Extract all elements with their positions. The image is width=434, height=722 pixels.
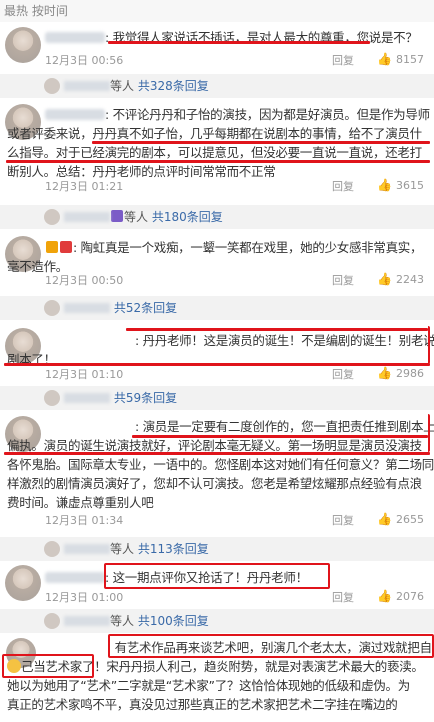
highlight-underline bbox=[126, 328, 428, 331]
like-button[interactable]: 👍 2076 bbox=[377, 589, 424, 603]
highlight-box bbox=[2, 654, 94, 678]
reply-count-link[interactable]: 共180条回复 bbox=[152, 210, 223, 224]
like-count: 2243 bbox=[396, 273, 424, 286]
thumbs-up-icon: 👍 bbox=[377, 366, 392, 380]
reply-button[interactable]: 回复 bbox=[332, 512, 354, 528]
thumbs-up-icon: 👍 bbox=[377, 272, 392, 286]
reply-avatar bbox=[44, 300, 60, 316]
weibo-comment-list: 最热 按时间 : 我觉得人家说话不插话，是对人最大的尊重，您说是不？ 12月3日… bbox=[0, 0, 434, 722]
like-button[interactable]: 👍 3615 bbox=[377, 178, 424, 192]
highlight-underline bbox=[132, 435, 428, 438]
reply-summary-text: 等人 共328条回复 bbox=[64, 78, 209, 94]
comment-item: : 我觉得人家说话不插话，是对人最大的尊重，您说是不？ 12月3日 00:56 … bbox=[0, 22, 434, 70]
comment-meta: 12月3日 00:50 回复 👍 2243 bbox=[45, 272, 426, 288]
reply-avatar bbox=[44, 78, 60, 94]
reply-avatar bbox=[44, 390, 60, 406]
like-button[interactable]: 👍 2986 bbox=[377, 366, 424, 380]
thumbs-up-icon: 👍 bbox=[377, 512, 392, 526]
reply-summary-text: 等人 共180条回复 bbox=[64, 209, 223, 225]
reply-count-link[interactable]: 共328条回复 bbox=[138, 79, 209, 93]
comment-time: 12月3日 00:50 bbox=[45, 274, 124, 287]
comment-text: : 我觉得人家说话不插话，是对人最大的尊重，您说是不？ bbox=[45, 28, 428, 47]
like-count: 2076 bbox=[396, 590, 424, 603]
reply-summary-text: 等人 共113条回复 bbox=[64, 541, 209, 557]
like-count: 8157 bbox=[396, 53, 424, 66]
comment-time: 12月3日 01:34 bbox=[45, 514, 124, 527]
comment-meta: 12月3日 01:34 回复 👍 2655 bbox=[45, 512, 426, 528]
sort-header: 最热 按时间 bbox=[0, 0, 434, 22]
comment-meta: 12月3日 01:21 回复 👍 3615 bbox=[45, 178, 426, 194]
comment-meta: 12月3日 00:56 回复 👍 8157 bbox=[45, 52, 426, 68]
reply-summary[interactable]: 等人 共328条回复 bbox=[0, 74, 434, 98]
member-badge-icon bbox=[111, 210, 123, 222]
thumbs-up-icon: 👍 bbox=[377, 589, 392, 603]
like-button[interactable]: 👍 2655 bbox=[377, 512, 424, 526]
highlight-underline bbox=[4, 363, 430, 366]
comment-time: 12月3日 01:21 bbox=[45, 180, 124, 193]
avatar[interactable] bbox=[5, 565, 41, 601]
reply-summary-text: 等人 共100条回复 bbox=[64, 613, 209, 629]
highlight-box bbox=[108, 634, 434, 658]
level-badge-icon bbox=[60, 241, 72, 253]
avatar[interactable] bbox=[5, 27, 41, 63]
reply-summary[interactable]: 等人 共180条回复 bbox=[0, 205, 434, 229]
highlight-box bbox=[4, 326, 430, 364]
reply-summary-text: 共59条回复 bbox=[64, 390, 177, 406]
comment-meta: 12月3日 01:00 回复 👍 2076 bbox=[45, 589, 426, 605]
comment-text: : 陶虹真是一个戏痴，一颦一笑都在戏里，她的少女感非常真实， 毫不造作。 bbox=[7, 240, 423, 274]
sort-tabs[interactable]: 最热 按时间 bbox=[4, 2, 68, 19]
reply-count-link[interactable]: 共113条回复 bbox=[138, 542, 209, 556]
comment-time: 12月3日 01:10 bbox=[45, 368, 124, 381]
comment-meta: 12月3日 01:10 回复 👍 2986 bbox=[45, 366, 426, 382]
reply-summary[interactable]: 等人 共100条回复 bbox=[0, 609, 434, 633]
comment-time: 12月3日 00:56 bbox=[45, 54, 124, 67]
highlight-underline bbox=[108, 41, 370, 44]
reply-count-link[interactable]: 共100条回复 bbox=[138, 614, 209, 628]
reply-summary[interactable]: 共52条回复 bbox=[0, 296, 434, 320]
reply-count-link[interactable]: 共59条回复 bbox=[114, 391, 177, 405]
reply-count-link[interactable]: 共52条回复 bbox=[114, 301, 177, 315]
like-count: 3615 bbox=[396, 179, 424, 192]
reply-summary-text: 共52条回复 bbox=[64, 300, 177, 316]
like-button[interactable]: 👍 2243 bbox=[377, 272, 424, 286]
comment-item: : 陶虹真是一个戏痴，一颦一笑都在戏里，她的少女感非常真实， 毫不造作。 12月… bbox=[0, 232, 434, 292]
reply-avatar bbox=[44, 541, 60, 557]
highlight-box bbox=[104, 563, 330, 589]
reply-avatar bbox=[44, 613, 60, 629]
reply-button[interactable]: 回复 bbox=[332, 178, 354, 194]
like-count: 2655 bbox=[396, 513, 424, 526]
comment-time: 12月3日 01:00 bbox=[45, 591, 124, 604]
highlight-underline bbox=[4, 452, 430, 455]
reply-summary[interactable]: 共59条回复 bbox=[0, 386, 434, 410]
comment-item: : 不评论丹丹和子怡的演技，因为都是好演员。但是作为导师 或者评委来说，丹丹真不… bbox=[0, 100, 434, 196]
reply-button[interactable]: 回复 bbox=[332, 272, 354, 288]
reply-button[interactable]: 回复 bbox=[332, 366, 354, 382]
highlight-underline bbox=[92, 141, 430, 144]
like-count: 2986 bbox=[396, 367, 424, 380]
like-button[interactable]: 👍 8157 bbox=[377, 52, 424, 66]
reply-summary[interactable]: 等人 共113条回复 bbox=[0, 537, 434, 561]
thumbs-up-icon: 👍 bbox=[377, 178, 392, 192]
highlight-underline bbox=[6, 160, 430, 163]
highlight-box bbox=[4, 414, 430, 452]
thumbs-up-icon: 👍 bbox=[377, 52, 392, 66]
reply-button[interactable]: 回复 bbox=[332, 589, 354, 605]
vip-badge-icon bbox=[46, 241, 58, 253]
reply-avatar bbox=[44, 209, 60, 225]
reply-button[interactable]: 回复 bbox=[332, 52, 354, 68]
